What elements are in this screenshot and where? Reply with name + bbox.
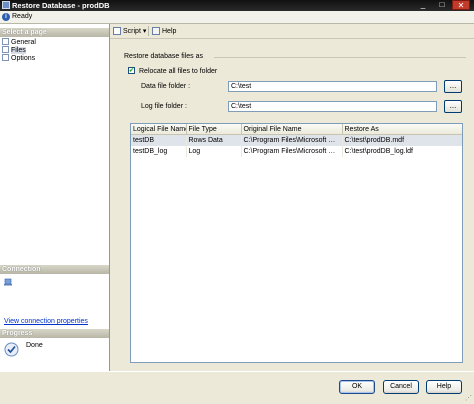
view-connection-properties-link[interactable]: View connection properties — [4, 318, 88, 325]
page-icon — [2, 54, 9, 61]
data-folder-input[interactable]: C:\test — [228, 81, 437, 92]
script-icon — [113, 27, 121, 35]
script-label: Script — [123, 28, 141, 35]
progress-header: Progress — [0, 329, 109, 338]
sidebar-item-label: General — [11, 39, 36, 46]
column-header[interactable]: Logical File Name — [131, 124, 187, 135]
info-icon: i — [2, 13, 10, 21]
script-button[interactable]: Script ▾ — [113, 27, 146, 35]
status-strip: i Ready — [0, 11, 474, 24]
sidebar-item-general[interactable]: General — [2, 38, 36, 46]
chevron-down-icon[interactable]: ▾ — [143, 28, 147, 35]
progress-status: Done — [26, 342, 43, 349]
cancel-button[interactable]: Cancel — [383, 380, 419, 394]
file-type-cell: Log — [186, 146, 242, 157]
data-folder-browse-button[interactable]: ... — [444, 80, 462, 93]
column-header[interactable]: Original File Name — [241, 124, 343, 135]
original-name-cell: C:\Program Files\Microsoft SQL ... — [241, 134, 343, 146]
maximize-button[interactable]: □ — [433, 0, 451, 10]
page-icon — [2, 46, 9, 53]
help-button[interactable]: Help — [426, 380, 462, 394]
title-bar: Restore Database - prodDB _ □ ✕ — [0, 0, 474, 11]
log-folder-label: Log file folder : — [141, 103, 187, 110]
database-icon — [2, 1, 10, 9]
sidebar-item-files[interactable]: Files — [2, 46, 26, 54]
dialog-button-bar: OK Cancel Help ⋰ — [0, 371, 474, 404]
toolbar-separator — [148, 26, 149, 36]
grid-header-row: Logical File Name File Type Original Fil… — [131, 124, 462, 135]
file-type-cell: Rows Data — [186, 134, 242, 146]
restore-as-cell[interactable]: C:\test\prodDB_log.ldf — [342, 146, 462, 157]
log-folder-input[interactable]: C:\test — [228, 101, 437, 112]
main-pane: Script ▾ Help Restore database files as … — [110, 24, 474, 371]
server-icon — [4, 278, 12, 286]
table-row[interactable]: testDB_log Log C:\Program Files\Microsof… — [131, 146, 462, 157]
restore-as-cell[interactable]: C:\test\prodDB.mdf — [342, 134, 462, 146]
section-divider — [214, 57, 466, 58]
log-folder-browse-button[interactable]: ... — [444, 100, 462, 113]
sidebar-item-label: Files — [11, 47, 26, 54]
toolbar: Script ▾ Help — [110, 24, 474, 39]
resize-grip-icon[interactable]: ⋰ — [465, 395, 473, 403]
ok-button[interactable]: OK — [339, 380, 375, 394]
logical-name-cell: testDB — [131, 134, 187, 146]
connection-header: Connection — [0, 265, 109, 274]
page-icon — [2, 38, 9, 45]
sidebar-item-options[interactable]: Options — [2, 54, 35, 62]
status-text: Ready — [12, 13, 33, 20]
sidebar-item-label: Options — [11, 55, 36, 62]
done-checkmark-icon — [4, 342, 19, 357]
data-folder-label: Data file folder : — [141, 83, 191, 90]
left-pane: Select a page General Files Options Conn… — [0, 24, 110, 371]
original-name-cell: C:\Program Files\Microsoft SQL ... — [241, 146, 343, 157]
help-label: Help — [162, 28, 177, 35]
files-grid[interactable]: Logical File Name File Type Original Fil… — [130, 123, 463, 363]
column-header[interactable]: File Type — [186, 124, 242, 135]
relocate-label: Relocate all files to folder — [139, 68, 218, 75]
help-icon — [152, 27, 160, 35]
help-toolbar-button[interactable]: Help — [152, 27, 176, 35]
window-title: Restore Database - prodDB — [12, 1, 110, 10]
restore-files-section-label: Restore database files as — [124, 53, 203, 60]
close-button[interactable]: ✕ — [452, 0, 470, 10]
table-row[interactable]: testDB Rows Data C:\Program Files\Micros… — [131, 134, 462, 146]
minimize-button[interactable]: _ — [414, 0, 432, 10]
select-page-header: Select a page — [0, 28, 109, 37]
logical-name-cell: testDB_log — [131, 146, 187, 157]
column-header[interactable]: Restore As — [342, 124, 462, 135]
relocate-checkbox[interactable]: ✔ — [128, 67, 135, 74]
